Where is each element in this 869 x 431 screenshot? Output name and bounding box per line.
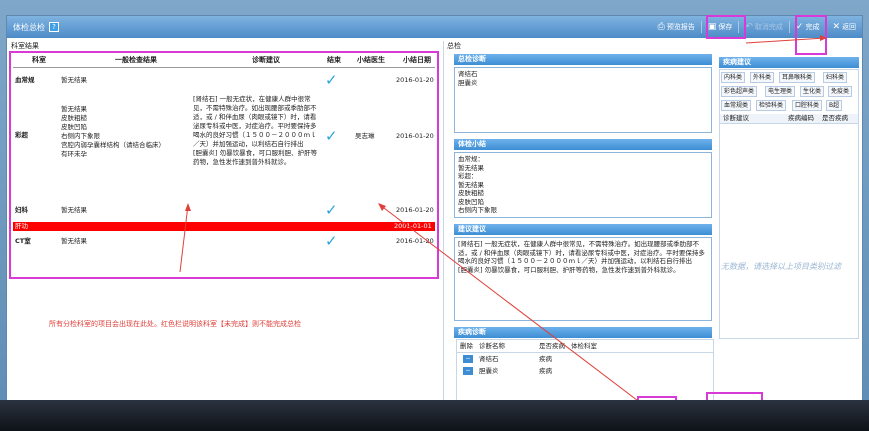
main-window: 体检总检 ? ⎙ 预览报告 ▣ 保存 ↶ 取消完成 ✓ 完成 ✕ 返回 科室结果 科室 一…	[6, 15, 863, 417]
undo-icon: ↶	[745, 21, 753, 32]
printer-icon: ⎙	[657, 21, 665, 32]
close-icon: ✕	[832, 21, 840, 32]
cancel-complete-button[interactable]: ↶ 取消完成	[745, 22, 783, 32]
category-button[interactable]: 血常规类	[721, 100, 752, 111]
window-title: 体检总检	[13, 22, 45, 32]
category-title: 疾病建议	[719, 57, 859, 68]
done-check-icon: ✓	[325, 201, 338, 219]
category-button[interactable]: 内科类	[721, 72, 746, 83]
advice-textarea[interactable]: [肾结石] 一般无症状，在健康人群中很常见，不需特殊治疗。如出现腰部或季肋部不适…	[454, 237, 712, 321]
column-header: 疾病编码	[788, 114, 814, 122]
category-button[interactable]: 检验科类	[756, 100, 787, 111]
delete-icon[interactable]: −	[463, 355, 473, 363]
column-header: 一般检查结果	[115, 56, 157, 64]
dept-name: 妇科	[15, 206, 28, 214]
summary-date: 2001-01-01	[394, 222, 432, 230]
summary-date: 2016-01-20	[396, 132, 434, 140]
category-button[interactable]: 外科类	[750, 72, 775, 83]
advice-text: [肾结石] 一般无症状，在健康人群中很常见，不需特殊治疗。如出现腰部或季肋部不适…	[193, 95, 318, 166]
total-diagnosis-textarea[interactable]: 肾结石 胆囊炎	[454, 67, 712, 133]
summary-textarea[interactable]: 血常规： 暂无结果 彩超： 暂无结果 皮肤粗糙 皮肤凹陷 右侧内下象限	[454, 152, 712, 218]
disease-diagnosis-title: 疾病诊断	[454, 327, 712, 338]
diagnosis-name: 胆囊炎	[479, 367, 499, 375]
table-row[interactable]: 妇科 暂无结果 ✓ 2016-01-20	[13, 203, 435, 219]
result-text: 暂无结果	[61, 76, 87, 84]
summary-date: 2016-01-20	[396, 237, 434, 245]
table-row[interactable]: − 肾结石 疾病	[457, 354, 713, 365]
column-header: 体检科室	[571, 342, 597, 350]
is-disease: 疾病	[539, 367, 552, 375]
table-row[interactable]: − 胆囊炎 疾病	[457, 366, 713, 377]
category-button[interactable]: 免疫类	[828, 86, 853, 97]
print-preview-button[interactable]: ⎙ 预览报告	[658, 22, 695, 32]
column-header: 诊断建议	[252, 56, 280, 64]
summary-title: 体检小结	[454, 139, 712, 150]
summary-date: 2016-01-20	[396, 76, 434, 84]
summary-date: 2016-01-20	[396, 206, 434, 214]
category-button[interactable]: 电生理类	[765, 86, 796, 97]
column-header: 科室	[32, 56, 46, 64]
column-header: 删除	[460, 342, 473, 350]
column-header: 诊断名称	[479, 342, 505, 350]
diagnosis-name: 肾结石	[479, 355, 499, 363]
column-header: 诊断建议	[723, 114, 749, 122]
category-panel: 内科类 外科类 耳鼻喉科类 妇科类 彩色超声类 电生理类 生化类 免疫类 血常规…	[719, 69, 859, 339]
category-button[interactable]: 妇科类	[823, 72, 848, 83]
dept-name: 血常规	[15, 76, 35, 84]
column-header: 是否疾病	[822, 114, 848, 122]
department-results-panel: 科室结果 科室 一般检查结果 诊断建议 结束 小结医生 小结日期 血常规 暂无结…	[9, 41, 439, 413]
category-button[interactable]: B超	[826, 100, 843, 111]
result-text: 暂无结果 皮肤粗糙 皮肤凹陷 右侧内下象限 宫腔内弱孕囊样结构（请结合临床） 有…	[61, 105, 165, 158]
result-text: 暂无结果	[61, 237, 87, 245]
done-check-icon: ✓	[325, 71, 338, 89]
table-row[interactable]: CT室 暂无结果 ✓ 2016-01-20	[13, 234, 435, 250]
toolbar-separator	[700, 21, 702, 33]
highlight-complete-box	[795, 15, 827, 55]
general-check-panel: 总检 总检诊断 肾结石 胆囊炎 体检小结 血常规： 暂无结果 彩超： 暂无结果 …	[443, 41, 861, 413]
highlight-save-box	[706, 15, 746, 39]
category-button[interactable]: 彩色超声类	[721, 86, 758, 97]
category-button[interactable]: 生化类	[800, 86, 825, 97]
is-disease: 疾病	[539, 355, 552, 363]
table-row[interactable]: 彩超 暂无结果 皮肤粗糙 皮肤凹陷 右侧内下象限 宫腔内弱孕囊样结构（请结合临床…	[13, 95, 435, 195]
header-divider	[457, 352, 713, 353]
category-button[interactable]: 口腔科类	[792, 100, 823, 111]
toolbar-separator	[788, 21, 790, 33]
done-check-icon: ✓	[325, 127, 338, 145]
dept-name: 彩超	[15, 131, 28, 139]
dept-name: 肝功	[15, 222, 28, 230]
dept-name: CT室	[15, 237, 31, 245]
help-icon[interactable]: ?	[49, 22, 59, 32]
empty-message: 无数据，请选择以上项目类别过滤	[721, 262, 841, 271]
desktop-taskbar	[0, 400, 869, 431]
results-table: 科室 一般检查结果 诊断建议 结束 小结医生 小结日期 血常规 暂无结果 ✓ 2…	[9, 51, 439, 279]
header-divider	[13, 67, 435, 68]
table-row[interactable]: 血常规 暂无结果 ✓ 2016-01-20	[13, 73, 435, 89]
delete-icon[interactable]: −	[463, 367, 473, 375]
summary-doctor: 吴志琳	[355, 132, 375, 140]
back-button[interactable]: ✕ 返回	[832, 22, 856, 32]
column-header: 小结医生	[357, 56, 385, 64]
result-text: 暂无结果	[61, 206, 87, 214]
panel-header: 总检	[447, 42, 461, 50]
advice-title: 建议建议	[454, 224, 712, 235]
column-header: 小结日期	[403, 56, 431, 64]
category-table-header: 诊断建议 疾病编码 是否疾病	[720, 114, 858, 124]
column-header: 结束	[327, 56, 341, 64]
panel-header: 科室结果	[11, 42, 39, 50]
done-check-icon: ✓	[325, 232, 338, 250]
category-button[interactable]: 耳鼻喉科类	[779, 72, 816, 83]
annotation-text: 所有分检科室的项目会出现在此处。红色栏说明该科室【未完成】则不能完成总检	[49, 320, 301, 328]
incomplete-row[interactable]: 肝功 2001-01-01	[13, 222, 435, 231]
column-header: 是否疾病	[539, 342, 565, 350]
total-diagnosis-title: 总检诊断	[454, 54, 712, 65]
